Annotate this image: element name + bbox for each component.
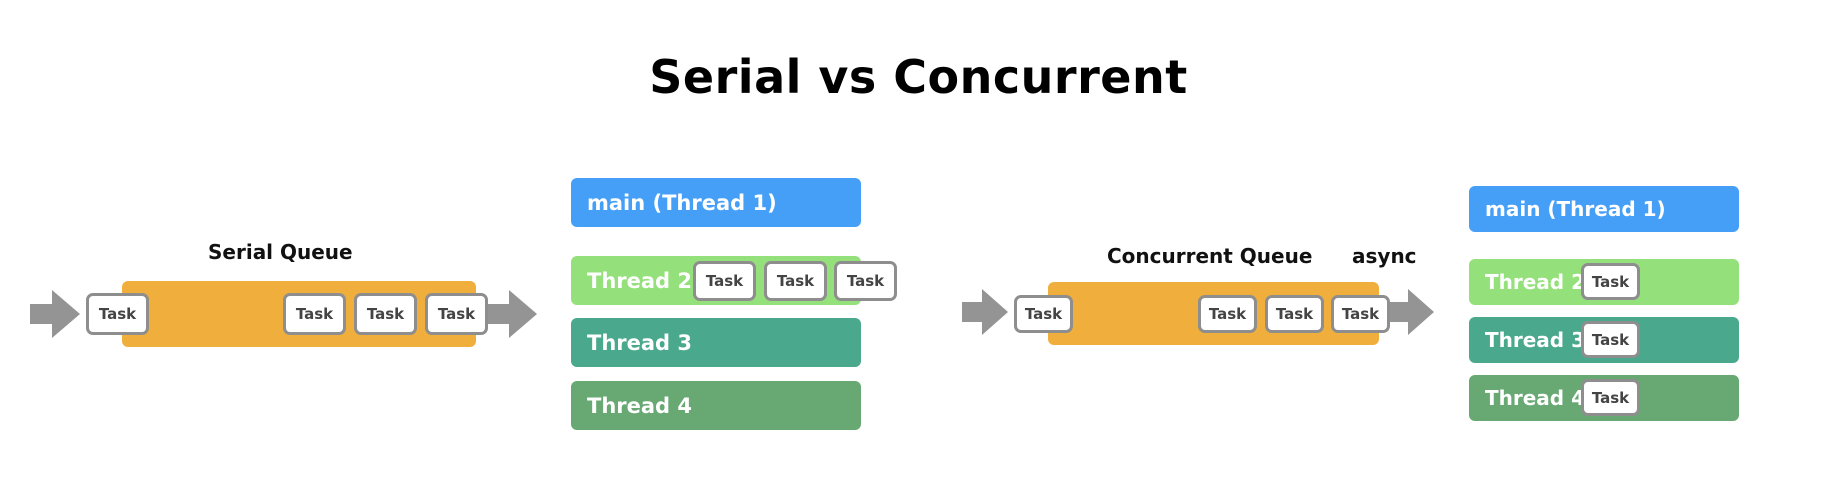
thread-task: Task: [1581, 263, 1640, 300]
concurrent-output-arrow-icon: [1388, 289, 1434, 335]
thread-label: Thread 2: [1485, 270, 1585, 294]
diagram-title: Serial vs Concurrent: [649, 50, 1188, 104]
thread-label: Thread 4: [587, 393, 692, 418]
thread-label: main (Thread 1): [587, 190, 777, 215]
thread-label: Thread 3: [1485, 328, 1585, 352]
serial-thread-main: main (Thread 1): [571, 178, 861, 227]
concurrent-queue-label: Concurrent Queue: [1107, 244, 1313, 268]
thread-task: Task: [764, 261, 827, 301]
concurrent-thread-3: Thread 3 Task: [1469, 317, 1739, 363]
thread-label: Thread 3: [587, 330, 692, 355]
thread-label: Thread 2: [587, 268, 692, 293]
serial-output-arrow-icon: [487, 290, 537, 338]
serial-queue-task: Task: [86, 293, 149, 335]
concurrent-thread-4: Thread 4 Task: [1469, 375, 1739, 421]
thread-task: Task: [693, 261, 756, 301]
async-label: async: [1352, 244, 1417, 268]
concurrent-input-arrow-icon: [962, 289, 1008, 335]
serial-queue-label: Serial Queue: [208, 240, 353, 264]
thread-task: Task: [1581, 321, 1640, 358]
concurrent-thread-2: Thread 2 Task: [1469, 259, 1739, 305]
serial-queue-task: Task: [283, 293, 346, 335]
concurrent-queue-task: Task: [1265, 295, 1324, 333]
concurrent-queue-task: Task: [1331, 295, 1390, 333]
serial-queue-task: Task: [354, 293, 417, 335]
serial-thread-3: Thread 3: [571, 318, 861, 367]
serial-input-arrow-icon: [30, 290, 80, 338]
concurrent-queue-task: Task: [1014, 295, 1073, 333]
serial-queue-task: Task: [425, 293, 488, 335]
concurrent-thread-main: main (Thread 1): [1469, 186, 1739, 232]
thread-task: Task: [1581, 379, 1640, 416]
thread-label: main (Thread 1): [1485, 197, 1666, 221]
serial-thread-2: Thread 2 Task Task Task: [571, 256, 897, 305]
concurrent-queue-task: Task: [1198, 295, 1257, 333]
serial-thread-4: Thread 4: [571, 381, 861, 430]
thread-label: Thread 4: [1485, 386, 1585, 410]
thread-task: Task: [834, 261, 897, 301]
